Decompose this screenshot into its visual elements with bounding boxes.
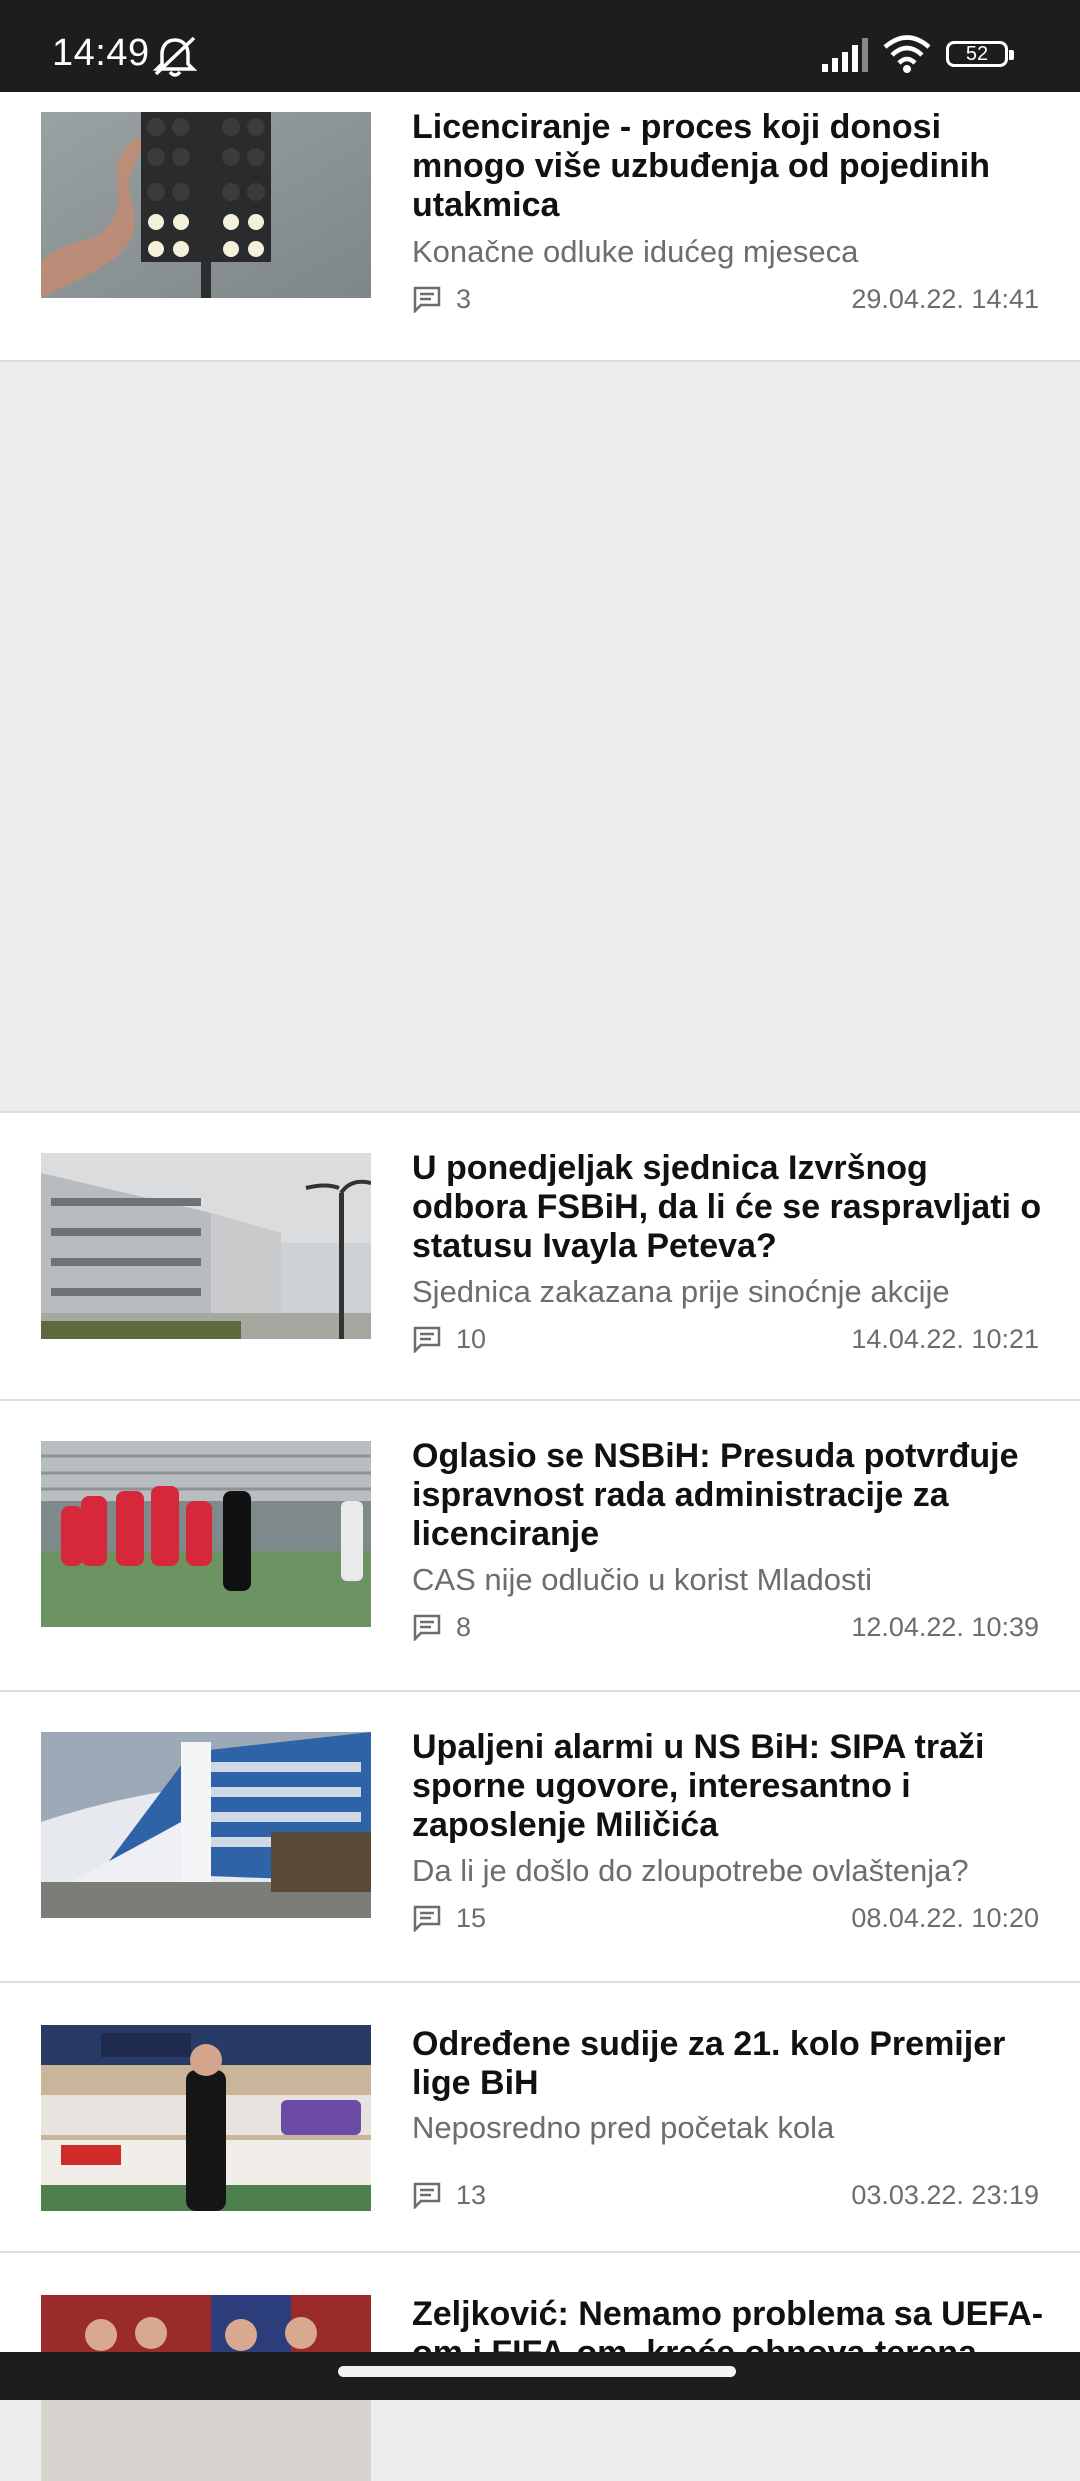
wifi-icon (882, 34, 932, 79)
comment-icon (413, 286, 441, 313)
article-subtitle: Da li je došlo do zloupotrebe ovlaštenja… (412, 1853, 969, 1888)
navigation-bar (0, 2352, 1080, 2400)
status-time: 14:49 (52, 32, 150, 74)
article-thumbnail (41, 1441, 371, 1627)
comment-count: 10 (412, 1323, 486, 1355)
comment-icon (413, 2182, 441, 2209)
article-card[interactable]: Upaljeni alarmi u NS BiH: SIPA traži spo… (0, 1692, 1080, 1983)
article-card[interactable]: Licenciranje - proces koji donosi mnogo … (0, 92, 1080, 362)
article-title: U ponedjeljak sjednica Izvršnog odbora F… (412, 1149, 1042, 1265)
home-gesture-handle[interactable] (338, 2366, 736, 2377)
article-subtitle: CAS nije odlučio u korist Mladosti (412, 1562, 873, 1597)
article-subtitle: Sjednica zakazana prije sinoćnje akcije (412, 1274, 950, 1309)
comment-icon (413, 1905, 441, 1932)
article-date: 14.04.22. 10:21 (851, 1324, 1039, 1354)
article-date: 03.03.22. 23:19 (851, 2180, 1039, 2210)
comment-count: 15 (412, 1902, 486, 1934)
comment-count: 13 (412, 2179, 486, 2211)
article-title: Određene sudije za 21. kolo Premijer lig… (412, 2025, 1006, 2102)
article-date: 29.04.22. 14:41 (851, 284, 1039, 314)
comment-count: 8 (412, 1611, 471, 1643)
article-title: Upaljeni alarmi u NS BiH: SIPA traži spo… (412, 1728, 985, 1844)
article-title: Licenciranje - proces koji donosi mnogo … (412, 108, 990, 224)
article-subtitle: Neposredno pred početak kola (412, 2110, 835, 2145)
article-thumbnail (41, 112, 371, 298)
article-subtitle: Konačne odluke idućeg mjeseca (412, 234, 859, 269)
battery-icon: 52 (946, 41, 1014, 67)
article-thumbnail (41, 2025, 371, 2211)
article-thumbnail (41, 1153, 371, 1339)
comment-count: 3 (412, 283, 471, 315)
article-title: Oglasio se NSBiH: Presuda potvrđuje ispr… (412, 1437, 1019, 1553)
article-date: 12.04.22. 10:39 (851, 1612, 1039, 1642)
muted-bell-icon (150, 34, 200, 83)
comment-icon (413, 1614, 441, 1641)
cellular-signal-icon (822, 38, 872, 77)
status-bar: 14:49 52 (0, 0, 1080, 92)
article-date: 08.04.22. 10:20 (851, 1903, 1039, 1933)
article-card[interactable]: Određene sudije za 21. kolo Premijer lig… (0, 1983, 1080, 2253)
article-card[interactable]: U ponedjeljak sjednica Izvršnog odbora F… (0, 1111, 1080, 1401)
comment-icon (413, 1326, 441, 1353)
article-thumbnail (41, 1732, 371, 1918)
article-card[interactable]: Oglasio se NSBiH: Presuda potvrđuje ispr… (0, 1401, 1080, 1692)
